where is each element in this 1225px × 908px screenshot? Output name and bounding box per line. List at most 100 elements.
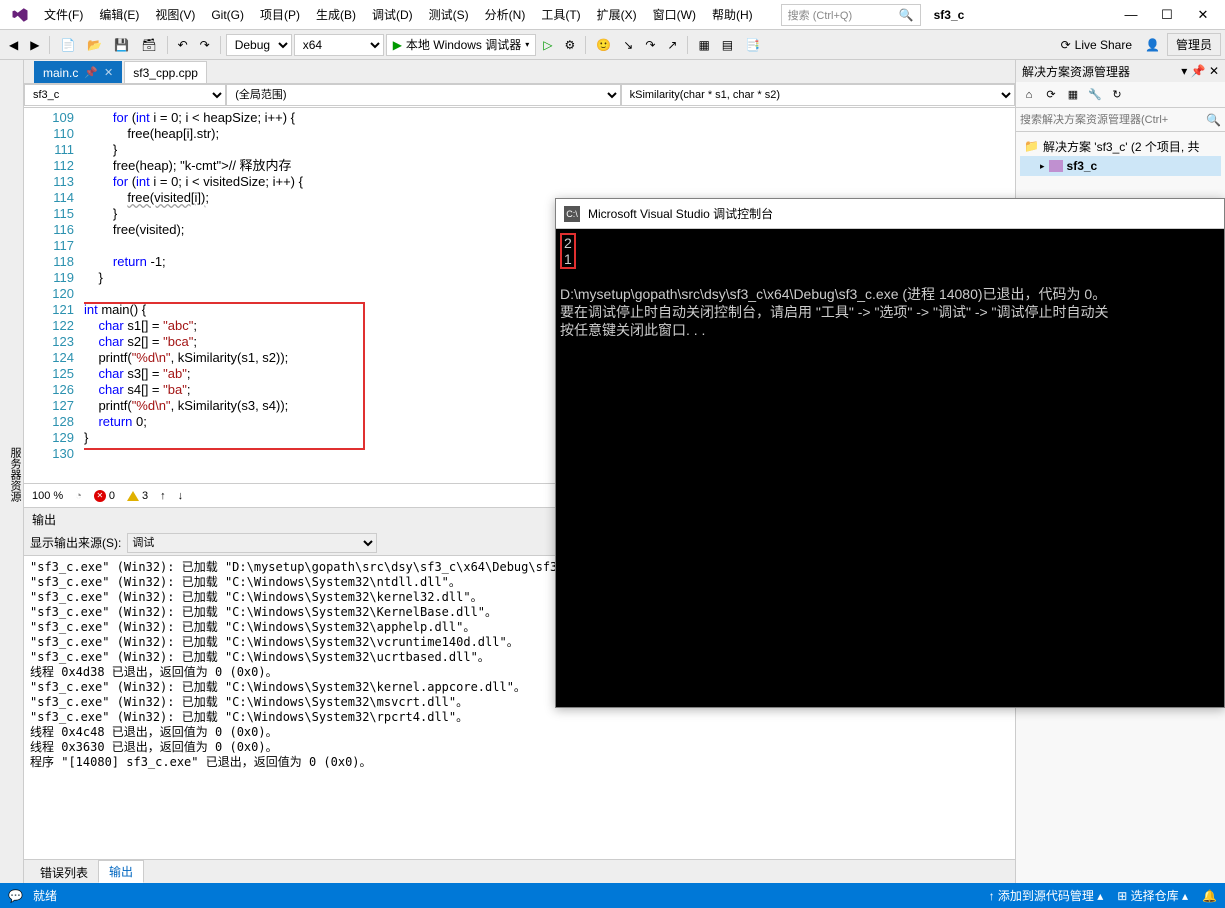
vs-logo-icon [10, 5, 30, 25]
zoom-level[interactable]: 100 % [32, 490, 63, 502]
status-chat-icon[interactable]: 💬 [8, 889, 23, 903]
close-panel-icon[interactable]: ✕ [1209, 64, 1219, 78]
tab-label: main.c [43, 66, 78, 80]
account-icon[interactable]: 👤 [1140, 33, 1165, 57]
nav-up-icon[interactable]: ↑ [160, 490, 166, 502]
platform-select[interactable]: x64 [294, 34, 384, 56]
debug-settings-icon[interactable]: ⚙ [560, 33, 581, 57]
project-icon [1049, 160, 1063, 172]
title-bar: 文件(F) 编辑(E) 视图(V) Git(G) 项目(P) 生成(B) 调试(… [0, 0, 1225, 30]
feedback-icon[interactable]: 🙂 [591, 33, 616, 57]
solution-explorer-title: 解决方案资源管理器 [1022, 63, 1130, 80]
undo-icon[interactable]: ↶ [173, 33, 193, 57]
redo-icon[interactable]: ↷ [195, 33, 215, 57]
admin-button[interactable]: 管理员 [1167, 33, 1221, 56]
code-nav-bar: sf3_c (全局范围) kSimilarity(char * s1, char… [24, 84, 1015, 108]
save-all-icon[interactable]: 🗃 [136, 33, 161, 57]
nav-back-icon[interactable]: ◀ [4, 33, 23, 57]
console-title-text: Microsoft Visual Studio 调试控制台 [588, 205, 773, 222]
output-source-label: 显示输出来源(S): [30, 534, 121, 551]
open-file-icon[interactable]: 📂 [82, 33, 107, 57]
debug-console-window[interactable]: C:\ Microsoft Visual Studio 调试控制台 2 1 D:… [555, 198, 1225, 708]
menu-tools[interactable]: 工具(T) [533, 1, 588, 29]
play-icon: ▶ [393, 38, 402, 52]
source-control-button[interactable]: ↑ 添加到源代码管理 ▴ [989, 887, 1104, 904]
refresh-icon[interactable]: ↻ [1108, 86, 1126, 104]
project-name-label: sf3_c [934, 8, 965, 22]
status-ready: 就绪 [33, 887, 57, 904]
editor-tabs: main.c 📌 ✕ sf3_cpp.cpp [24, 60, 1015, 84]
output-source-select[interactable]: 调试 [127, 533, 377, 553]
tab-main-c[interactable]: main.c 📌 ✕ [34, 61, 122, 83]
expand-icon[interactable]: ▸ [1040, 161, 1045, 172]
uncomment-icon[interactable]: ▤ [717, 33, 738, 57]
warning-count[interactable]: 3 [127, 490, 148, 502]
main-toolbar: ◀ ▶ 📄 📂 💾 🗃 ↶ ↷ Debug x64 ▶ 本地 Windows 调… [0, 30, 1225, 60]
step-over-icon[interactable]: ↷ [640, 33, 660, 57]
show-all-icon[interactable]: ▦ [1064, 86, 1082, 104]
menu-extensions[interactable]: 扩展(X) [589, 1, 645, 29]
solution-root-label: 解决方案 'sf3_c' (2 个项目, 共 [1043, 138, 1200, 155]
left-dock[interactable]: 服务器资源 [0, 60, 24, 883]
menu-project[interactable]: 项目(P) [252, 1, 308, 29]
comment-icon[interactable]: ▦ [693, 33, 714, 57]
step-into-icon[interactable]: ↘ [618, 33, 638, 57]
config-select[interactable]: Debug [226, 34, 292, 56]
select-repo-button[interactable]: ⊞ 选择仓库 ▴ [1117, 887, 1188, 904]
minimize-button[interactable]: — [1113, 1, 1149, 29]
live-share-label: Live Share [1075, 38, 1132, 52]
solution-icon: 📁 [1024, 139, 1039, 153]
nav-member-select[interactable]: kSimilarity(char * s1, char * s2) [621, 84, 1015, 106]
tab-sf3-cpp[interactable]: sf3_cpp.cpp [124, 61, 207, 83]
close-tab-icon[interactable]: ✕ [104, 66, 113, 79]
menu-test[interactable]: 测试(S) [421, 1, 477, 29]
maximize-button[interactable]: ☐ [1149, 1, 1185, 29]
tab-error-list[interactable]: 错误列表 [30, 862, 98, 883]
issue-icon[interactable]: ◔ [75, 490, 82, 502]
home-icon[interactable]: ⌂ [1020, 86, 1038, 104]
status-bar: 💬 就绪 ↑ 添加到源代码管理 ▴ ⊞ 选择仓库 ▴ 🔔 [0, 883, 1225, 908]
new-item-icon[interactable]: 📄 [55, 33, 80, 57]
menu-build[interactable]: 生成(B) [308, 1, 364, 29]
run-no-debug-icon[interactable]: ▷ [538, 33, 557, 57]
console-output[interactable]: 2 1 D:\mysetup\gopath\src\dsy\sf3_c\x64\… [556, 229, 1224, 707]
close-button[interactable]: ✕ [1185, 1, 1221, 29]
nav-scope-select[interactable]: (全局范围) [226, 84, 620, 106]
nav-forward-icon[interactable]: ▶ [25, 33, 44, 57]
console-icon: C:\ [564, 206, 580, 222]
bookmark-icon[interactable]: 📑 [740, 33, 765, 57]
project-label: sf3_c [1067, 159, 1098, 173]
pin-panel-icon[interactable]: 📌 [1191, 64, 1206, 78]
menu-git[interactable]: Git(G) [203, 1, 252, 29]
nav-project-select[interactable]: sf3_c [24, 84, 226, 106]
sync-icon[interactable]: ⟳ [1042, 86, 1060, 104]
solution-search-input[interactable] [1020, 114, 1206, 126]
save-icon[interactable]: 💾 [109, 33, 134, 57]
menu-view[interactable]: 视图(V) [147, 1, 203, 29]
run-debug-label: 本地 Windows 调试器 [406, 36, 521, 53]
search-icon[interactable]: 🔍 [899, 8, 914, 22]
menu-edit[interactable]: 编辑(E) [91, 1, 147, 29]
live-share-button[interactable]: ⟳ Live Share [1055, 38, 1138, 52]
error-count[interactable]: ✕0 [94, 490, 115, 502]
panel-options-icon[interactable]: ▾ [1181, 64, 1187, 78]
live-share-icon: ⟳ [1061, 38, 1071, 52]
menu-window[interactable]: 窗口(W) [645, 1, 704, 29]
tab-label: sf3_cpp.cpp [133, 66, 198, 80]
project-node[interactable]: ▸ sf3_c [1020, 156, 1221, 176]
solution-root-node[interactable]: 📁 解决方案 'sf3_c' (2 个项目, 共 [1020, 136, 1221, 156]
notifications-icon[interactable]: 🔔 [1202, 889, 1217, 903]
bottom-tabs: 错误列表 输出 [24, 859, 1015, 883]
pin-icon[interactable]: 📌 [84, 66, 98, 79]
nav-down-icon[interactable]: ↓ [178, 490, 184, 502]
run-debug-button[interactable]: ▶ 本地 Windows 调试器 ▾ [386, 34, 537, 56]
tab-output[interactable]: 输出 [98, 860, 144, 883]
search-icon[interactable]: 🔍 [1206, 113, 1221, 127]
menu-debug[interactable]: 调试(D) [364, 1, 421, 29]
properties-icon[interactable]: 🔧 [1086, 86, 1104, 104]
menu-analyze[interactable]: 分析(N) [477, 1, 534, 29]
step-out-icon[interactable]: ↗ [662, 33, 682, 57]
menu-help[interactable]: 帮助(H) [704, 1, 761, 29]
console-titlebar[interactable]: C:\ Microsoft Visual Studio 调试控制台 [556, 199, 1224, 229]
menu-file[interactable]: 文件(F) [36, 1, 91, 29]
